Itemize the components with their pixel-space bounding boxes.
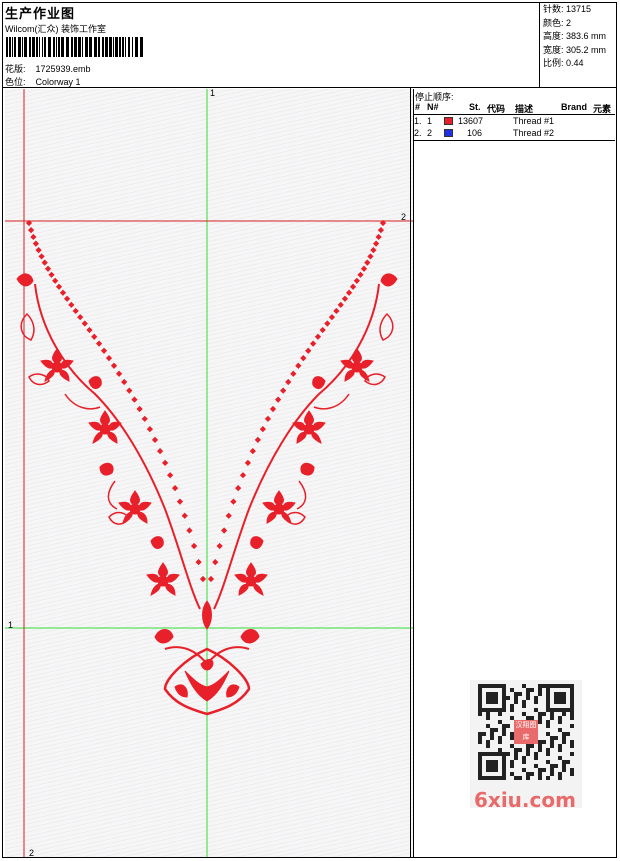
design-label: 花版:: [5, 64, 26, 74]
row-needle: 2: [427, 128, 433, 138]
header-bottom-rule: [2, 87, 617, 88]
design-width: 宽度: 305.2 mm: [543, 44, 607, 55]
canvas-divider: [410, 88, 411, 857]
col-needle: N#: [427, 102, 439, 112]
col-stop: St.: [469, 102, 481, 112]
colorway-name: Colorway 1: [35, 77, 81, 87]
floral-vine-right: [213, 272, 398, 610]
design-scale: 比例: 0.44: [543, 58, 584, 68]
row-code: 13607: [458, 116, 484, 126]
design-canvas[interactable]: [5, 89, 414, 857]
header-divider: [539, 2, 540, 88]
panel-bottom-rule: [413, 140, 615, 141]
design-height: 高度: 383.6 mm: [543, 31, 607, 41]
guide-label-bottom: 2: [29, 848, 35, 858]
row-index: 1.: [414, 116, 422, 126]
color-swatch-red: [444, 117, 453, 125]
page-title: 生产作业图: [5, 6, 76, 21]
row-index: 2.: [414, 128, 422, 138]
site-watermark: 6xiu.com: [474, 788, 576, 812]
row-code: 106: [467, 128, 483, 138]
row-needle: 1: [427, 116, 433, 126]
guide-label-top: 1: [210, 88, 216, 98]
row-description: Thread #2: [513, 128, 555, 138]
guide-label-right: 2: [401, 212, 407, 222]
design-stats: 针数: 13715 颜色: 2 高度: 383.6 mm 宽度: 305.2 m…: [543, 3, 615, 71]
guide-label-left: 1: [8, 620, 14, 630]
design-file-row: 花版: 1725939.emb: [5, 62, 91, 75]
table-row[interactable]: 2. 2 106 Thread #2: [413, 128, 615, 140]
col-brand: Brand: [561, 102, 588, 112]
color-count: 颜色: 2: [543, 17, 572, 28]
embroidery-preview: [5, 89, 413, 857]
col-index: #: [415, 102, 421, 112]
table-row[interactable]: 1. 1 13607 Thread #1: [413, 116, 615, 128]
color-swatch-blue: [444, 129, 453, 137]
row-description: Thread #1: [513, 116, 555, 126]
qr-stamp-logo: 汉翔图库: [514, 720, 538, 744]
floral-vine-left: [16, 273, 201, 610]
neckline-bead-chain: [25, 219, 387, 583]
barcode-icon: [6, 37, 143, 57]
studio-name: Wilcom(汇众) 装饰工作室: [5, 24, 106, 34]
header-info: 生产作业图 Wilcom(汇众) 装饰工作室 花版: 1725939.emb 色…: [3, 3, 538, 87]
design-file-name: 1725939.emb: [35, 64, 91, 74]
stitch-count: 针数: 13715: [543, 4, 592, 14]
header-rule: [413, 114, 615, 115]
